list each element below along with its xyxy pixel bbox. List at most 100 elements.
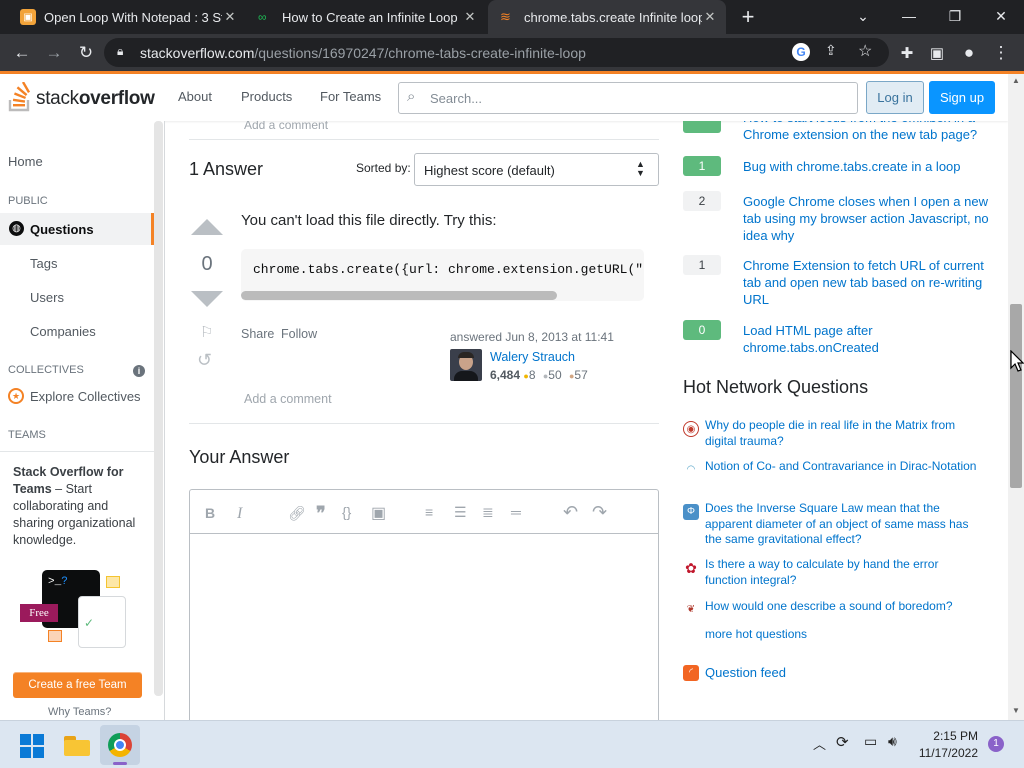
browser-tab-2[interactable]: ∞ How to Create an Infinite Loop in ✕ <box>246 0 486 34</box>
blockquote-icon[interactable]: ❞ <box>316 503 326 524</box>
related-link[interactable]: Load HTML page after chrome.tabs.onCreat… <box>743 322 993 356</box>
downvote-arrow-icon[interactable] <box>191 291 223 307</box>
nav-for-teams[interactable]: For Teams <box>320 89 381 104</box>
chrome-menu-icon[interactable]: ⋮ <box>988 40 1014 66</box>
close-window-icon[interactable]: ✕ <box>978 0 1024 32</box>
clock-time[interactable]: 2:15 PM <box>918 729 978 743</box>
back-arrow-icon[interactable]: ← <box>9 40 35 66</box>
user-name-link[interactable]: Walery Strauch <box>490 350 575 364</box>
add-comment-link-top[interactable]: Add a comment <box>244 121 328 132</box>
browser-toolbar: ← → ↻ 🔒︎ stackoverflow.com/questions/169… <box>0 34 1024 71</box>
sidebar-item-questions[interactable]: ◍ Questions <box>0 213 154 245</box>
sort-select[interactable]: Highest score (default) ▲ ▼ <box>414 153 659 186</box>
scrollbar-thumb[interactable] <box>1010 304 1022 488</box>
sidebar-item-explore-collectives[interactable]: ★ Explore Collectives <box>8 387 153 407</box>
bold-icon[interactable]: B <box>205 505 215 521</box>
create-free-team-button[interactable]: Create a free Team <box>13 672 142 698</box>
right-sidebar: How to start locus from the omnibox in a… <box>671 121 1008 720</box>
nav-products[interactable]: Products <box>241 89 292 104</box>
bookmark-icon[interactable]: ⚐ <box>200 323 213 341</box>
scroll-down-arrow-icon[interactable]: ▼ <box>1012 706 1020 715</box>
question-feed-link[interactable]: Question feed <box>705 665 786 680</box>
minimize-icon[interactable]: — <box>886 0 932 32</box>
related-link[interactable]: Chrome Extension to fetch URL of current… <box>743 257 993 308</box>
teams-promo-panel: Stack Overflow for Teams – Start collabo… <box>0 451 154 720</box>
close-tab-icon[interactable]: ✕ <box>222 9 238 25</box>
undo-icon[interactable]: ↶ <box>563 502 578 523</box>
history-icon[interactable]: ↺ <box>197 350 212 371</box>
why-teams-link[interactable]: Why Teams? <box>48 706 111 718</box>
nav-about[interactable]: About <box>178 89 212 104</box>
related-link[interactable]: Google Chrome closes when I open a new t… <box>743 193 993 244</box>
answer-score: 0 <box>201 253 213 275</box>
address-bar[interactable]: 🔒︎ stackoverflow.com/questions/16970247/… <box>104 38 889 67</box>
tray-chevron-up-icon[interactable]: ︿ <box>813 734 826 753</box>
share-icon[interactable]: ⇪ <box>825 42 837 59</box>
cinema-site-icon: ◉ <box>683 421 699 437</box>
google-lens-icon[interactable]: G <box>792 43 810 61</box>
hot-question-link[interactable]: Does the Inverse Square Law mean that th… <box>705 501 980 548</box>
browser-tab-1[interactable]: ▣ Open Loop With Notepad : 3 Ste ✕ <box>8 0 246 34</box>
free-badge: Free <box>20 604 58 622</box>
follow-link[interactable]: Follow <box>281 327 317 341</box>
restore-icon[interactable]: ❐ <box>932 0 978 32</box>
tab-search-chevron-icon[interactable]: ⌄ <box>840 0 886 32</box>
related-link[interactable]: Bug with chrome.tabs.create in a loop <box>743 158 993 175</box>
windows-start-icon[interactable] <box>20 734 44 758</box>
hot-question-link[interactable]: Is there a way to calculate by hand the … <box>705 557 980 588</box>
numbered-list-icon[interactable]: ≡ <box>425 504 433 520</box>
browser-tab-3-active[interactable]: ≋ chrome.tabs.create Infinite loop? ✕ <box>488 0 726 34</box>
sidebar-item-home[interactable]: Home <box>8 154 43 169</box>
hot-question-link[interactable]: Why do people die in real life in the Ma… <box>705 418 980 449</box>
login-button[interactable]: Log in <box>866 81 924 114</box>
left-sidebar-scrollbar[interactable] <box>154 121 163 696</box>
sidebar-item-companies[interactable]: Companies <box>30 324 96 339</box>
add-comment-link[interactable]: Add a comment <box>244 392 332 406</box>
code-block[interactable]: chrome.tabs.create({url: chrome.extensio… <box>241 249 644 301</box>
code-scrollbar[interactable] <box>241 291 557 300</box>
heading-icon[interactable]: ≣ <box>482 504 494 521</box>
avatar[interactable] <box>450 349 482 381</box>
bulleted-list-icon[interactable]: ☰ <box>454 504 467 521</box>
link-icon[interactable]: 🔗︎ <box>288 505 306 522</box>
sidebar-item-tags[interactable]: Tags <box>30 256 57 271</box>
answered-timestamp: answered Jun 8, 2013 at 11:41 <box>450 330 614 344</box>
side-panel-icon[interactable]: ▣ <box>924 40 950 66</box>
close-tab-icon[interactable]: ✕ <box>462 9 478 25</box>
more-hot-questions-link[interactable]: more hot questions <box>705 627 807 641</box>
answer-editor[interactable] <box>189 489 659 720</box>
profile-icon[interactable]: ● <box>956 40 982 66</box>
signup-button[interactable]: Sign up <box>929 81 995 114</box>
forward-arrow-icon[interactable]: → <box>41 40 67 66</box>
close-tab-icon[interactable]: ✕ <box>702 9 718 25</box>
bookmark-star-icon[interactable]: ☆ <box>858 41 872 61</box>
related-link[interactable]: How to start locus from the omnibox in a… <box>743 121 993 143</box>
scroll-up-arrow-icon[interactable]: ▲ <box>1012 76 1020 85</box>
stackoverflow-logo[interactable]: stackoverflow <box>8 80 158 116</box>
sidebar-item-users[interactable]: Users <box>30 290 64 305</box>
hot-question-link[interactable]: Notion of Co- and Contravariance in Dira… <box>705 459 980 475</box>
image-icon[interactable]: ▣ <box>371 503 386 523</box>
share-link[interactable]: Share <box>241 327 274 341</box>
file-explorer-icon[interactable] <box>64 734 90 756</box>
hot-question-link[interactable]: How would one describe a sound of boredo… <box>705 599 980 615</box>
rss-feed-icon: ◜ <box>683 665 699 681</box>
horizontal-rule-icon[interactable]: ═ <box>511 504 521 520</box>
extensions-puzzle-icon[interactable]: ✚ <box>894 40 920 66</box>
sidebar-item-label: Questions <box>30 222 94 237</box>
clock-date[interactable]: 11/17/2022 <box>910 746 978 760</box>
notification-badge[interactable]: 1 <box>988 736 1004 752</box>
network-icon[interactable]: ▭ <box>864 733 877 750</box>
info-icon[interactable]: i <box>133 365 145 377</box>
volume-icon[interactable]: 🔊︎ <box>888 733 897 750</box>
search-input[interactable]: ⌕ Search... <box>398 82 858 114</box>
chrome-taskbar-button[interactable] <box>100 725 140 765</box>
new-tab-plus-icon[interactable]: + <box>736 5 760 29</box>
upvote-arrow-icon[interactable] <box>191 219 223 235</box>
code-braces-icon[interactable]: {} <box>342 504 351 520</box>
page-scrollbar[interactable]: ▲ ▼ <box>1008 74 1024 720</box>
redo-icon[interactable]: ↷ <box>592 502 607 523</box>
tray-app-icon[interactable]: ⟳ <box>836 733 849 751</box>
reload-icon[interactable]: ↻ <box>73 40 99 66</box>
italic-icon[interactable]: I <box>237 505 242 523</box>
